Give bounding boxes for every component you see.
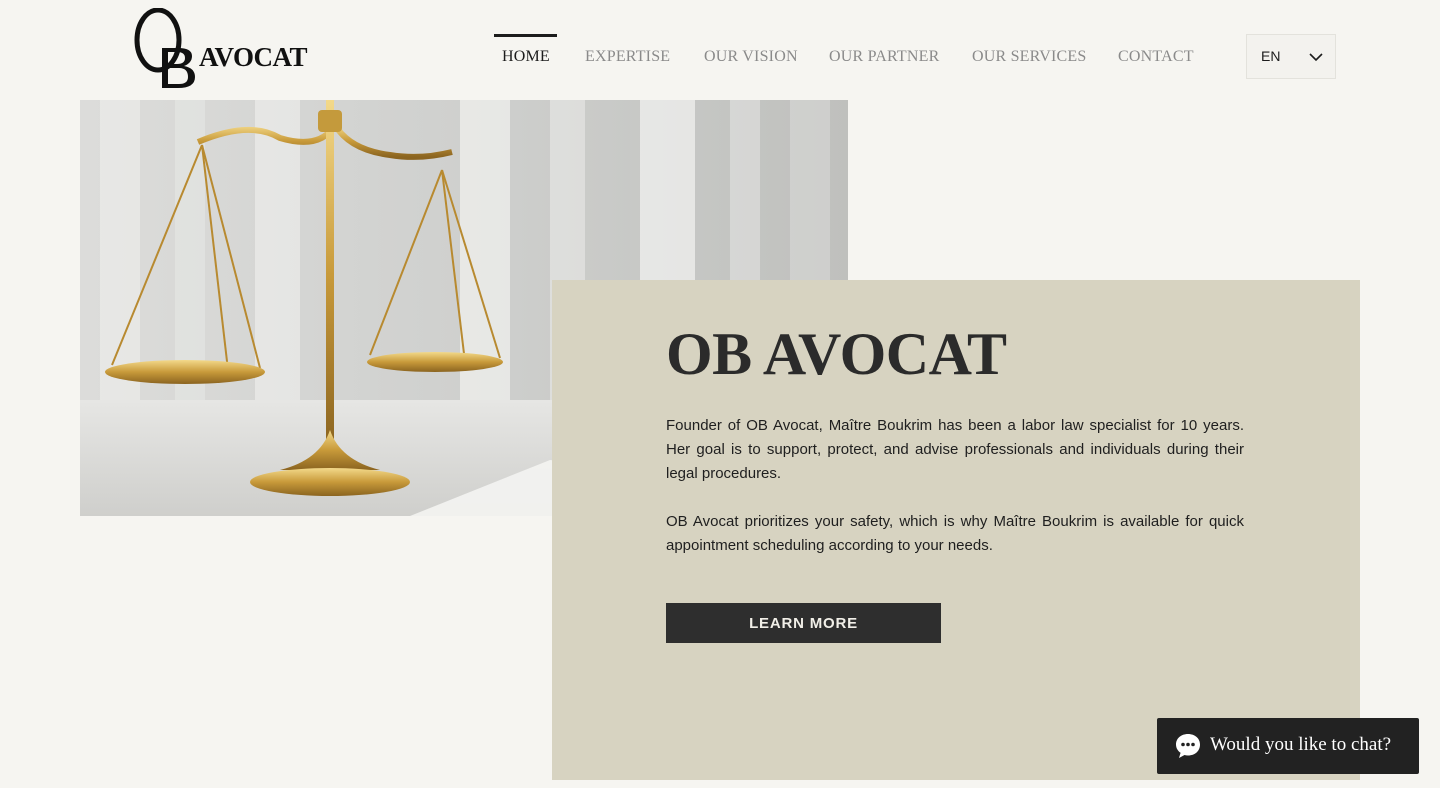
nav-item-label: HOME [502,48,550,65]
nav-item-our-services[interactable]: OUR SERVICES [972,34,1118,78]
site-logo[interactable]: AVOCAT [132,8,312,92]
nav-item-our-vision[interactable]: OUR VISION [704,34,829,78]
nav-item-label: OUR PARTNER [829,48,940,65]
learn-more-button[interactable]: LEARN MORE [666,603,941,643]
nav-item-our-partner[interactable]: OUR PARTNER [829,34,972,78]
main-nav: HOME EXPERTISE OUR VISION OUR PARTNER OU… [494,34,1198,78]
about-paragraph-1: Founder of OB Avocat, Maître Boukrim has… [666,417,1244,482]
nav-item-home[interactable]: HOME [494,34,557,78]
nav-item-label: OUR VISION [704,48,798,65]
nav-item-label: OUR SERVICES [972,48,1087,65]
about-title: OB AVOCAT [666,321,1007,387]
nav-item-contact[interactable]: CONTACT [1118,34,1198,78]
logo-wordmark: AVOCAT [199,42,307,72]
language-selector[interactable]: EN [1246,34,1336,79]
chat-label: Would you like to chat? [1210,734,1392,755]
nav-item-label: EXPERTISE [585,48,671,65]
nav-item-expertise[interactable]: EXPERTISE [585,34,704,78]
nav-item-label: CONTACT [1118,48,1194,65]
language-code: EN [1261,48,1281,64]
about-card: OB AVOCAT Founder of OB Avocat, Maître B… [552,280,1360,780]
ob-monogram-icon [134,8,195,88]
chevron-down-icon [1309,53,1323,62]
chat-bubble-icon [1176,734,1200,758]
about-paragraph-2: OB Avocat prioritizes your safety, which… [666,513,1244,554]
chat-widget[interactable]: Would you like to chat? [1157,718,1419,774]
about-description: Founder of OB Avocat, Maître Boukrim has… [666,414,1244,558]
